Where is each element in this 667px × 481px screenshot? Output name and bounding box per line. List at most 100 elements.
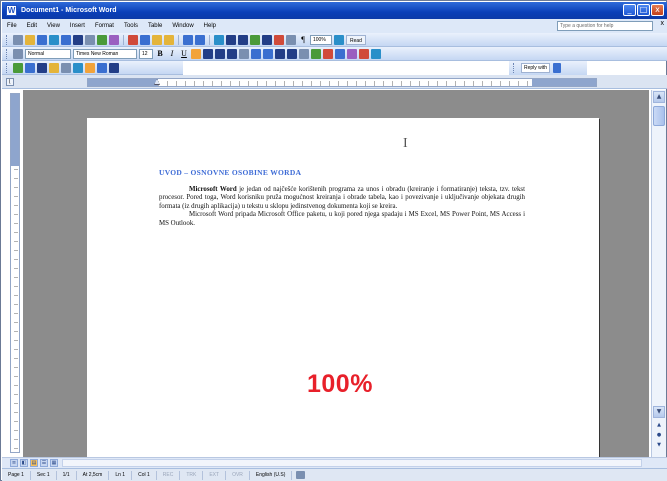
bold-button[interactable]: B [155,49,165,58]
tab-selector-icon[interactable]: ⌊ [6,78,14,86]
tables-borders-icon[interactable] [226,34,236,45]
new-document-icon[interactable] [13,34,23,45]
vertical-ruler[interactable] [10,93,20,453]
justify-icon[interactable] [227,48,237,59]
print-icon[interactable] [73,34,83,45]
menu-view[interactable]: View [42,23,65,29]
menu-window[interactable]: Window [167,23,198,29]
style-combo[interactable]: Normal [25,48,71,59]
close-document-button[interactable]: x [661,20,665,27]
menu-tools[interactable]: Tools [119,23,143,29]
paste-icon[interactable] [152,34,162,45]
insert-table-icon[interactable] [238,34,248,45]
email-icon[interactable] [61,34,71,45]
scroll-thumb[interactable] [653,106,665,126]
hyperlink-icon[interactable] [214,34,224,45]
close-button[interactable]: x [651,4,664,16]
previous-page-icon[interactable]: ▲ [655,421,663,429]
toolbar-grip[interactable] [6,34,9,45]
maximize-button[interactable]: □ [637,4,650,16]
paragraph-2[interactable]: Microsoft Word pripada Microsoft Office … [159,211,525,228]
align-center-icon[interactable] [203,48,213,59]
vertical-scrollbar[interactable]: ▲ ▼ ▲ ● ▼ [651,90,666,457]
oval-icon[interactable] [85,62,95,73]
status-ext[interactable]: EXT [203,470,227,480]
menu-file[interactable]: File [2,23,22,29]
toolbar-grip[interactable] [513,63,516,73]
redo-icon[interactable] [195,34,205,45]
spelling-status-icon[interactable] [296,471,306,479]
horizontal-ruler[interactable] [87,78,597,87]
arrow-icon[interactable] [61,62,71,73]
find-icon[interactable] [335,48,345,59]
help-search-input[interactable]: Type a question for help [557,21,653,31]
font-combo[interactable]: Times New Roman [73,48,137,59]
format-painter-icon[interactable] [164,34,174,45]
text-direction-icon[interactable] [371,48,381,59]
outline-view-icon[interactable]: ☰ [40,459,48,467]
columns-icon[interactable] [262,34,272,45]
spelling-icon[interactable] [97,34,107,45]
styles-pane-icon[interactable] [13,48,23,59]
italic-button[interactable]: I [167,49,177,58]
end-review-icon[interactable] [553,63,562,73]
permission-icon[interactable] [49,34,59,45]
cut-icon[interactable] [128,34,138,45]
font-size-combo[interactable]: 12 [139,48,153,59]
align-right-icon[interactable] [215,48,225,59]
next-page-icon[interactable]: ▼ [655,441,663,449]
menu-edit[interactable]: Edit [22,23,42,29]
grow-font-icon[interactable] [347,48,357,59]
select-objects-icon[interactable] [25,62,35,73]
web-layout-icon[interactable]: ◧ [20,459,28,467]
toolbar-grip[interactable] [6,62,9,73]
horizontal-scrollbar[interactable] [62,459,642,467]
menu-table[interactable]: Table [143,23,167,29]
decrease-indent-icon[interactable] [275,48,285,59]
bullets-icon[interactable] [263,48,273,59]
increase-indent-icon[interactable] [287,48,297,59]
shrink-font-icon[interactable] [359,48,369,59]
drawing-icon[interactable] [274,34,284,45]
status-trk[interactable]: TRK [180,470,204,480]
reading-layout-icon[interactable]: ▦ [50,459,58,467]
highlight-icon[interactable] [311,48,321,59]
copy-icon[interactable] [140,34,150,45]
help-icon[interactable] [334,34,344,45]
line-spacing-icon[interactable] [239,48,249,59]
scroll-up-arrow-icon[interactable]: ▲ [653,91,665,103]
word-app-icon[interactable]: W [6,5,17,16]
document-heading[interactable]: UVOD – OSNOVNE OSOBINE WORDA [159,168,301,177]
status-ovr[interactable]: OVR [226,470,250,480]
status-language[interactable]: English (U.S) [250,470,293,480]
normal-view-icon[interactable]: ≡ [10,459,18,467]
paragraph-1[interactable]: Microsoft Word je jedan od najčešće kori… [159,186,525,211]
reply-with-changes-button[interactable]: Reply with [521,63,551,73]
status-rec[interactable]: REC [157,470,181,480]
save-icon[interactable] [37,34,47,45]
scroll-down-arrow-icon[interactable]: ▼ [653,406,665,418]
autoshapes-icon[interactable] [37,62,47,73]
minimize-button[interactable]: _ [623,4,636,16]
print-preview-icon[interactable] [85,34,95,45]
align-left-icon[interactable] [191,48,201,59]
outside-border-icon[interactable] [299,48,309,59]
open-folder-icon[interactable] [25,34,35,45]
menu-insert[interactable]: Insert [65,23,90,29]
font-color-icon[interactable] [323,48,333,59]
textbox-icon[interactable] [97,62,107,73]
undo-icon[interactable] [183,34,193,45]
menu-format[interactable]: Format [90,23,119,29]
menu-help[interactable]: Help [199,23,221,29]
select-browse-object-icon[interactable]: ● [655,431,663,439]
document-page[interactable]: I UVOD – OSNOVNE OSOBINE WORDA Microsoft… [87,118,599,457]
document-map-icon[interactable] [286,34,296,45]
underline-button[interactable]: U [179,49,189,58]
zoom-combo[interactable]: 100% [310,34,332,45]
show-hide-formatting-icon[interactable]: ¶ [298,35,308,44]
numbering-icon[interactable] [251,48,261,59]
draw-icon[interactable] [13,62,23,73]
line-icon[interactable] [49,62,59,73]
document-body[interactable]: Microsoft Word je jedan od najčešće kori… [159,186,525,228]
print-layout-icon[interactable]: ▤ [30,459,38,467]
